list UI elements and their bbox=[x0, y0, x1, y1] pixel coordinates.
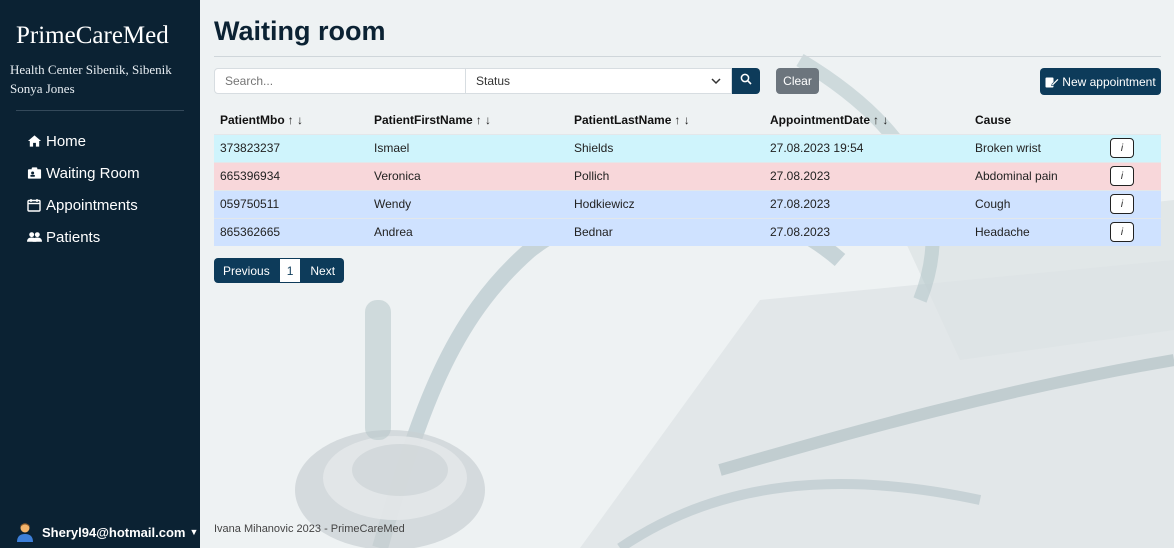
sidebar-item-label: Appointments bbox=[46, 196, 138, 214]
cell-mbo: 059750511 bbox=[214, 189, 368, 218]
sidebar-item-patients[interactable]: Patients bbox=[0, 221, 200, 253]
info-button[interactable]: i bbox=[1110, 138, 1134, 158]
sort-arrows-icon[interactable]: ↑ ↓ bbox=[288, 113, 303, 127]
users-icon bbox=[26, 229, 42, 245]
sidebar-item-home[interactable]: Home bbox=[0, 125, 200, 157]
cell-appointment-date: 27.08.2023 bbox=[764, 161, 969, 190]
calendar-icon bbox=[26, 197, 42, 213]
status-select-value: Status bbox=[476, 74, 511, 88]
chevron-down-icon bbox=[711, 74, 721, 88]
status-select[interactable]: Status bbox=[465, 68, 732, 94]
search-button[interactable] bbox=[732, 68, 760, 94]
cell-actions: i bbox=[1104, 189, 1161, 218]
cell-actions: i bbox=[1104, 133, 1161, 162]
previous-page-button[interactable]: Previous bbox=[214, 258, 279, 283]
column-header-appointmentdate[interactable]: AppointmentDate ↑ ↓ bbox=[764, 106, 969, 134]
cell-appointment-date: 27.08.2023 bbox=[764, 189, 969, 218]
clear-button[interactable]: Clear bbox=[776, 68, 819, 94]
sidebar-item-label: Waiting Room bbox=[46, 164, 140, 182]
column-header-patientlastname[interactable]: PatientLastName ↑ ↓ bbox=[568, 106, 764, 134]
cell-last-name: Bednar bbox=[568, 217, 764, 246]
table-row[interactable]: 373823237 Ismael Shields 27.08.2023 19:5… bbox=[214, 133, 1161, 162]
avatar-icon bbox=[16, 522, 34, 542]
search-input[interactable] bbox=[214, 68, 466, 94]
pagination: Previous 1 Next bbox=[214, 258, 345, 283]
caret-down-icon: ▼ bbox=[189, 527, 199, 537]
page-number-button[interactable]: 1 bbox=[278, 258, 302, 283]
cell-actions: i bbox=[1104, 161, 1161, 190]
page-title: Waiting room bbox=[214, 16, 386, 46]
title-divider bbox=[214, 56, 1161, 57]
sidebar-item-appointments[interactable]: Appointments bbox=[0, 189, 200, 221]
table-header-row: PatientMbo ↑ ↓ PatientFirstName ↑ ↓ Patien… bbox=[214, 106, 1161, 134]
info-button[interactable]: i bbox=[1110, 194, 1134, 214]
new-appointment-label: New appointment bbox=[1062, 74, 1156, 89]
cell-last-name: Shields bbox=[568, 133, 764, 162]
cell-appointment-date: 27.08.2023 19:54 bbox=[764, 133, 969, 162]
column-header-cause: Cause bbox=[975, 112, 1012, 127]
info-button[interactable]: i bbox=[1110, 222, 1134, 243]
cell-mbo: 373823237 bbox=[214, 133, 368, 162]
search-icon bbox=[740, 72, 752, 90]
cell-cause: Cough bbox=[969, 189, 1104, 218]
center-info: Health Center Sibenik, Sibenik Sonya Jon… bbox=[0, 50, 200, 98]
cell-mbo: 665396934 bbox=[214, 161, 368, 190]
sidebar: PrimeCareMed Health Center Sibenik, Sibe… bbox=[0, 0, 200, 548]
column-header-actions bbox=[1104, 106, 1161, 134]
column-header-patientfirstname[interactable]: PatientFirstName ↑ ↓ bbox=[368, 106, 568, 134]
cell-appointment-date: 27.08.2023 bbox=[764, 217, 969, 246]
waiting-room-table: PatientMbo ↑ ↓ PatientFirstName ↑ ↓ Patien… bbox=[214, 106, 1161, 246]
cell-cause: Headache bbox=[969, 217, 1104, 246]
edit-icon bbox=[1045, 76, 1060, 88]
account-menu[interactable]: Sheryl94@hotmail.com ▼ bbox=[16, 522, 198, 542]
account-email: Sheryl94@hotmail.com bbox=[42, 524, 186, 540]
table-row[interactable]: 865362665 Andrea Bednar 27.08.2023 Heada… bbox=[214, 217, 1161, 246]
cell-mbo: 865362665 bbox=[214, 217, 368, 246]
user-name: Sonya Jones bbox=[10, 81, 75, 96]
cell-cause: Abdominal pain bbox=[969, 161, 1104, 190]
table-row[interactable]: 665396934 Veronica Pollich 27.08.2023 Ab… bbox=[214, 161, 1161, 190]
cell-first-name: Ismael bbox=[368, 133, 568, 162]
main-area: Waiting room Status Clear New appointmen… bbox=[200, 0, 1174, 548]
cell-cause: Broken wrist bbox=[969, 133, 1104, 162]
brand-logo[interactable]: PrimeCareMed bbox=[0, 0, 200, 50]
sidebar-divider bbox=[16, 110, 184, 111]
cell-first-name: Veronica bbox=[368, 161, 568, 190]
table-row[interactable]: 059750511 Wendy Hodkiewicz 27.08.2023 Co… bbox=[214, 189, 1161, 218]
cell-last-name: Pollich bbox=[568, 161, 764, 190]
home-icon bbox=[26, 133, 42, 149]
info-button[interactable]: i bbox=[1110, 166, 1134, 186]
sidebar-item-label: Home bbox=[46, 132, 87, 150]
new-appointment-button[interactable]: New appointment bbox=[1040, 68, 1161, 95]
cell-first-name: Wendy bbox=[368, 189, 568, 218]
column-header-patientmbo[interactable]: PatientMbo ↑ ↓ bbox=[214, 106, 368, 134]
sort-arrows-icon[interactable]: ↑ ↓ bbox=[873, 113, 888, 127]
next-page-button[interactable]: Next bbox=[301, 258, 345, 283]
waiting-room-icon bbox=[26, 165, 42, 181]
sidebar-item-label: Patients bbox=[46, 228, 101, 246]
center-name: Health Center Sibenik, Sibenik bbox=[10, 62, 172, 77]
sort-arrows-icon[interactable]: ↑ ↓ bbox=[476, 113, 491, 127]
sidebar-item-waiting-room[interactable]: Waiting Room bbox=[0, 157, 200, 189]
cell-first-name: Andrea bbox=[368, 217, 568, 246]
cell-actions: i bbox=[1104, 217, 1161, 246]
sort-arrows-icon[interactable]: ↑ ↓ bbox=[674, 113, 689, 127]
footer-text: Ivana Mihanovic 2023 - PrimeCareMed bbox=[214, 523, 405, 535]
cell-last-name: Hodkiewicz bbox=[568, 189, 764, 218]
